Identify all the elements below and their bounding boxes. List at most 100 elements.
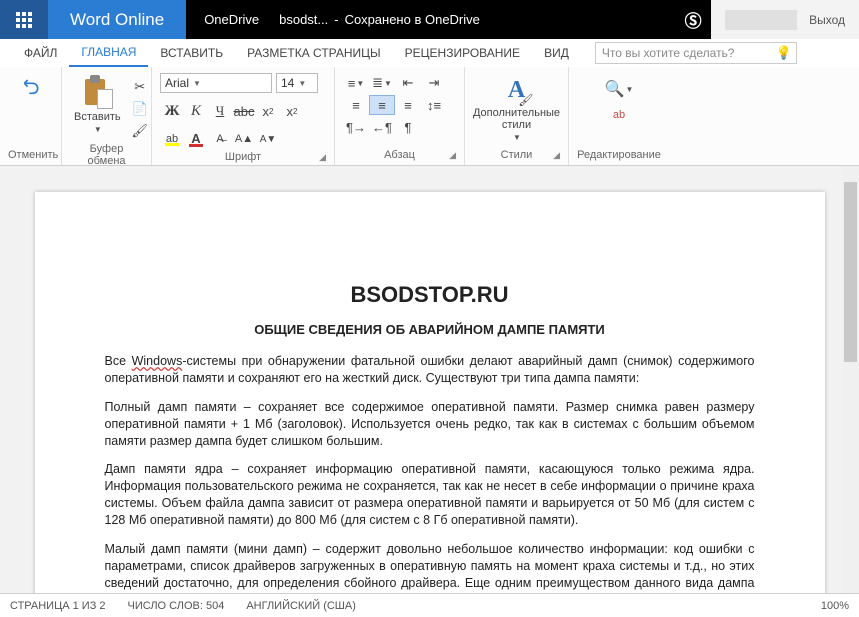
group-label-undo: Отменить: [8, 147, 53, 163]
align-right-icon: ≡: [404, 98, 412, 113]
align-center-icon: ≡: [378, 98, 386, 113]
find-button[interactable]: 🔍▼: [608, 79, 630, 99]
grow-font-button[interactable]: A▲: [232, 129, 256, 149]
bullets-icon: ≡: [348, 76, 356, 91]
onedrive-link[interactable]: OneDrive: [204, 12, 259, 27]
rtl-icon: ←¶: [372, 120, 392, 135]
replace-icon: ab: [613, 109, 625, 121]
tab-file[interactable]: ФАЙЛ: [12, 39, 69, 67]
group-label-clipboard: Буфер обмена: [70, 141, 143, 169]
save-status: Сохранено в OneDrive: [345, 12, 480, 27]
tab-page-layout[interactable]: РАЗМЕТКА СТРАНИЦЫ: [235, 39, 393, 67]
align-center-button[interactable]: ≡: [369, 95, 395, 115]
clipboard-icon: [81, 75, 113, 109]
chevron-down-icon: ▼: [298, 79, 306, 88]
tab-view[interactable]: ВИД: [532, 39, 581, 67]
styles-icon: A🖌: [502, 75, 532, 105]
waffle-icon: [16, 12, 32, 28]
document-area[interactable]: BSODSTOP.RU ОБЩИЕ СВЕДЕНИЯ ОБ АВАРИЙНОМ …: [0, 166, 859, 593]
skype-button[interactable]: Ⓢ: [675, 0, 711, 39]
underline-button[interactable]: Ч: [208, 101, 232, 121]
special-indent-button[interactable]: ¶: [395, 117, 421, 137]
styles-button[interactable]: A🖌 Дополнительные стили ▼: [469, 73, 564, 144]
superscript-button[interactable]: x2: [280, 101, 304, 121]
chevron-down-icon: ▼: [193, 79, 201, 88]
align-right-button[interactable]: ≡: [395, 95, 421, 115]
highlight-color-button[interactable]: ab: [160, 129, 184, 149]
vertical-scrollbar[interactable]: [842, 166, 859, 593]
doc-paragraph[interactable]: Все Windows-системы при обнаружении фата…: [105, 353, 755, 387]
bullets-button[interactable]: ≡▼: [343, 73, 369, 93]
group-label-font: Шрифт◢: [160, 149, 326, 165]
decrease-indent-button[interactable]: ⇤: [395, 73, 421, 93]
paste-label: Вставить: [74, 111, 121, 123]
chevron-down-icon: ▼: [94, 125, 102, 134]
font-color-button[interactable]: A: [184, 129, 208, 149]
line-spacing-button[interactable]: ↕≡: [421, 95, 447, 115]
styles-dialog-launcher[interactable]: ◢: [553, 150, 560, 161]
status-word-count[interactable]: ЧИСЛО СЛОВ: 504: [128, 600, 225, 612]
doc-paragraph[interactable]: Дамп памяти ядра – сохраняет информацию …: [105, 461, 755, 529]
align-left-button[interactable]: ≡: [343, 95, 369, 115]
tab-review[interactable]: РЕЦЕНЗИРОВАНИЕ: [393, 39, 532, 67]
italic-button[interactable]: К: [184, 101, 208, 121]
sign-out-link[interactable]: Выход: [809, 13, 845, 27]
tab-home[interactable]: ГЛАВНАЯ: [69, 39, 148, 67]
document-name[interactable]: bsodst...: [279, 12, 328, 27]
undo-icon: [21, 75, 41, 95]
user-avatar[interactable]: [725, 10, 797, 30]
rtl-button[interactable]: ←¶: [369, 117, 395, 137]
line-spacing-icon: ↕≡: [427, 98, 441, 113]
status-zoom[interactable]: 100%: [821, 600, 849, 612]
skype-icon: Ⓢ: [685, 7, 702, 32]
pilcrow-icon: ¶: [405, 120, 412, 135]
search-icon: 🔍: [605, 79, 625, 99]
numbering-icon: ≣: [372, 75, 383, 91]
spelling-error[interactable]: Windows: [132, 354, 183, 368]
copy-icon: 📄: [132, 101, 148, 117]
shrink-font-button[interactable]: A▼: [256, 129, 280, 149]
lightbulb-icon: 💡: [776, 45, 792, 61]
doc-paragraph[interactable]: Полный дамп памяти – сохраняет все содер…: [105, 399, 755, 450]
paste-button[interactable]: Вставить ▼: [70, 73, 125, 136]
ltr-icon: ¶→: [346, 120, 366, 135]
outdent-icon: ⇤: [403, 75, 414, 91]
indent-icon: ⇥: [429, 75, 440, 91]
align-left-icon: ≡: [352, 98, 360, 113]
replace-button[interactable]: ab: [608, 105, 630, 125]
font-name-select[interactable]: Arial▼: [160, 73, 272, 93]
tab-insert[interactable]: ВСТАВИТЬ: [148, 39, 235, 67]
ltr-button[interactable]: ¶→: [343, 117, 369, 137]
scissors-icon: ✂: [134, 79, 145, 95]
group-label-styles: Стили◢: [473, 147, 560, 163]
copy-button[interactable]: 📄: [129, 99, 151, 119]
clear-formatting-button[interactable]: A̶: [208, 129, 232, 149]
group-label-editing: Редактирование: [577, 147, 661, 163]
font-dialog-launcher[interactable]: ◢: [319, 152, 326, 163]
subscript-button[interactable]: x2: [256, 101, 280, 121]
numbering-button[interactable]: ≣▼: [369, 73, 395, 93]
undo-button[interactable]: [17, 73, 45, 97]
doc-heading-2[interactable]: ОБЩИЕ СВЕДЕНИЯ ОБ АВАРИЙНОМ ДАМПЕ ПАМЯТИ: [105, 322, 755, 337]
paragraph-dialog-launcher[interactable]: ◢: [449, 150, 456, 161]
paintbrush-icon: 🖌: [131, 123, 148, 139]
bold-button[interactable]: Ж: [160, 101, 184, 121]
styles-label: Дополнительные стили: [473, 107, 560, 131]
tell-me-search[interactable]: Что вы хотите сделать? 💡: [595, 42, 797, 64]
status-language[interactable]: АНГЛИЙСКИЙ (США): [246, 600, 356, 612]
strikethrough-button[interactable]: abc: [232, 101, 256, 121]
increase-indent-button[interactable]: ⇥: [421, 73, 447, 93]
font-size-select[interactable]: 14▼: [276, 73, 318, 93]
doc-paragraph[interactable]: Малый дамп памяти (мини дамп) – содержит…: [105, 541, 755, 593]
group-label-paragraph: Абзац◢: [343, 147, 456, 163]
doc-heading-1[interactable]: BSODSTOP.RU: [105, 282, 755, 308]
status-page[interactable]: СТРАНИЦА 1 ИЗ 2: [10, 600, 106, 612]
cut-button[interactable]: ✂: [129, 77, 151, 97]
app-brand: Word Online: [48, 0, 186, 39]
format-painter-button[interactable]: 🖌: [129, 121, 151, 141]
chevron-down-icon: ▼: [513, 133, 521, 142]
scrollbar-thumb[interactable]: [844, 182, 857, 362]
app-launcher-button[interactable]: [0, 0, 48, 39]
document-page[interactable]: BSODSTOP.RU ОБЩИЕ СВЕДЕНИЯ ОБ АВАРИЙНОМ …: [35, 192, 825, 593]
tell-me-placeholder: Что вы хотите сделать?: [602, 46, 735, 60]
